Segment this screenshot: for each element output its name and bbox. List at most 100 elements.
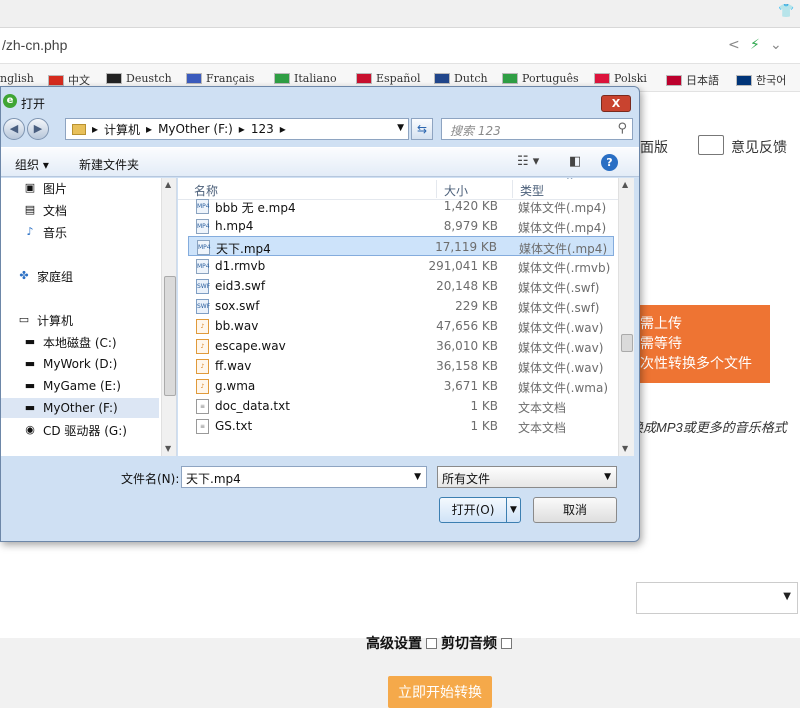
close-button[interactable]: X <box>601 95 631 112</box>
video-file-icon: MP4 <box>196 219 210 234</box>
language-link[interactable]: Français <box>186 72 254 85</box>
scroll-up-icon[interactable]: ▲ <box>622 180 628 189</box>
lightning-icon[interactable]: ⚡ <box>750 37 760 53</box>
tab-strip: 👕 <box>0 0 800 28</box>
language-link[interactable]: nglish <box>0 72 34 85</box>
crumb-folder[interactable]: 123 <box>251 122 274 136</box>
refresh-button[interactable]: ⇆ <box>411 118 433 140</box>
nav-item-music[interactable]: ♪ 音乐 <box>23 222 67 242</box>
skin-icon[interactable]: 👕 <box>778 4 794 20</box>
search-icon: ⚲ <box>617 121 627 136</box>
flag-icon <box>356 73 372 84</box>
file-type: 媒体文件(.wma) <box>518 381 609 395</box>
chevron-down-icon[interactable]: ⌄ <box>770 37 782 53</box>
chevron-down-icon: ▼ <box>604 472 611 482</box>
nav-item-drive-e[interactable]: ▬ MyGame (E:) <box>23 376 121 396</box>
cd-drive-icon: ◉ <box>25 423 35 436</box>
language-link[interactable]: 日本語 <box>666 72 719 88</box>
language-link[interactable]: Dutch <box>434 72 488 85</box>
cut-audio-label: 剪切音频 <box>441 635 497 651</box>
file-row[interactable]: MP4 h.mp4 8,979 KB 媒体文件(.mp4) <box>188 216 614 236</box>
share-icon[interactable]: < <box>728 37 740 53</box>
cut-audio-checkbox[interactable] <box>501 637 512 649</box>
panel-link[interactable]: 面版 <box>640 137 668 157</box>
chevron-down-icon[interactable]: ▼ <box>397 123 404 133</box>
language-link[interactable]: Deustch <box>106 72 172 85</box>
crumb-drive[interactable]: MyOther (F:) <box>158 122 233 136</box>
language-link[interactable]: 한국어 <box>736 72 786 88</box>
file-row[interactable]: SWF eid3.swf 20,148 KB 媒体文件(.swf) <box>188 276 614 296</box>
nav-item-documents[interactable]: ▤ 文档 <box>23 200 67 220</box>
audio-file-icon: ♪ <box>196 339 209 354</box>
language-link[interactable]: Español <box>356 72 421 85</box>
file-type: 文本文档 <box>518 421 567 435</box>
file-row[interactable]: ♪ g.wma 3,671 KB 媒体文件(.wma) <box>188 376 614 396</box>
chevron-down-icon[interactable]: ▼ <box>414 472 421 482</box>
nav-item-drive-f[interactable]: ▬ MyOther (F:) <box>1 398 159 418</box>
file-size: 17,119 KB <box>435 240 497 254</box>
file-row[interactable]: ♪ escape.wav 36,010 KB 媒体文件(.wav) <box>188 336 614 356</box>
nav-item-pictures[interactable]: ▣ 图片 <box>23 178 67 198</box>
file-row[interactable]: ≡ GS.txt 1 KB 文本文档 <box>188 416 614 436</box>
forward-button[interactable]: ▶ <box>27 118 49 140</box>
address-bar[interactable]: /zh-cn.php < ⚡ ⌄ <box>0 28 800 64</box>
open-button[interactable]: 打开(O) ▼ <box>439 497 521 523</box>
feedback-icon[interactable] <box>698 135 724 155</box>
nav-item-drive-d[interactable]: ▬ MyWork (D:) <box>23 354 118 374</box>
swf-file-icon: SWF <box>196 299 210 314</box>
help-icon[interactable]: ? <box>601 154 618 171</box>
start-convert-button[interactable]: 立即开始转换 <box>388 676 492 708</box>
scroll-thumb[interactable] <box>621 334 633 352</box>
scroll-down-icon[interactable]: ▼ <box>622 444 628 453</box>
file-name: sox.swf <box>215 299 260 313</box>
filename-label: 文件名(N): <box>121 472 180 486</box>
dialog-titlebar[interactable]: e 打开 X <box>1 87 639 117</box>
feature-banner: 需上传 需等待 次性转换多个文件 <box>628 305 770 383</box>
nav-scrollbar[interactable]: ▲ ▼ <box>161 178 176 456</box>
video-file-icon: MP4 <box>196 259 210 274</box>
scroll-down-icon[interactable]: ▼ <box>165 444 171 453</box>
new-folder-button[interactable]: 新建文件夹 <box>79 156 139 173</box>
url-text[interactable]: /zh-cn.php <box>2 37 67 53</box>
advanced-label: 高级设置 <box>366 635 422 651</box>
file-row[interactable]: ♪ ff.wav 36,158 KB 媒体文件(.wav) <box>188 356 614 376</box>
language-link[interactable]: Polski <box>594 72 647 85</box>
file-row[interactable]: ♪ bb.wav 47,656 KB 媒体文件(.wav) <box>188 316 614 336</box>
language-link[interactable]: Português <box>502 72 579 85</box>
view-options-icon[interactable]: ☷ ▾ <box>517 154 539 169</box>
open-split-arrow-icon[interactable]: ▼ <box>506 498 520 522</box>
scroll-thumb[interactable] <box>164 276 176 396</box>
file-name: g.wma <box>215 379 256 393</box>
nav-item-drive-g[interactable]: ◉ CD 驱动器 (G:) <box>23 420 127 440</box>
scroll-up-icon[interactable]: ▲ <box>165 180 171 189</box>
preview-pane-icon[interactable]: ◧ <box>569 154 581 169</box>
feedback-link[interactable]: 意见反馈 <box>731 137 787 157</box>
cancel-button[interactable]: 取消 <box>533 497 617 523</box>
swf-file-icon: SWF <box>196 279 210 294</box>
file-type: 媒体文件(.mp4) <box>518 201 607 215</box>
file-row[interactable]: SWF sox.swf 229 KB 媒体文件(.swf) <box>188 296 614 316</box>
crumb-computer[interactable]: 计算机 <box>104 121 140 138</box>
nav-item-drive-c[interactable]: ▬ 本地磁盘 (C:) <box>23 332 117 352</box>
file-size: 36,158 KB <box>436 359 498 373</box>
nav-item-homegroup[interactable]: ✤ 家庭组 <box>17 266 73 286</box>
txt-file-icon: ≡ <box>196 419 209 434</box>
advanced-checkbox[interactable] <box>426 637 437 649</box>
nav-item-computer[interactable]: ▭ 计算机 <box>17 310 73 330</box>
breadcrumb[interactable]: ▸ 计算机 ▸ MyOther (F:) ▸ 123 ▸ ▼ <box>65 118 409 140</box>
file-row[interactable]: MP4 d1.rmvb 291,041 KB 媒体文件(.rmvb) <box>188 256 614 276</box>
file-row[interactable]: MP4 bbb 无 e.mp4 1,420 KB 媒体文件(.mp4) <box>188 196 614 216</box>
filetype-select[interactable]: 所有文件 ▼ <box>437 466 617 488</box>
filename-field[interactable]: 天下.mp4 ▼ <box>181 466 427 488</box>
search-input[interactable]: 搜索 123 ⚲ <box>441 118 633 140</box>
search-placeholder: 搜索 123 <box>450 124 501 138</box>
back-button[interactable]: ◀ <box>3 118 25 140</box>
language-link[interactable]: Italiano <box>274 72 337 85</box>
file-scrollbar[interactable]: ▲ ▼ <box>618 178 634 456</box>
file-row[interactable]: MP4 天下.mp4 17,119 KB 媒体文件(.mp4) <box>188 236 614 256</box>
format-select[interactable]: ▼ <box>636 582 798 614</box>
dialog-footer: 文件名(N): 天下.mp4 ▼ 所有文件 ▼ 打开(O) ▼ 取消 <box>1 457 639 541</box>
organize-button[interactable]: 组织 ▾ <box>15 156 49 173</box>
file-row[interactable]: ≡ doc_data.txt 1 KB 文本文档 <box>188 396 614 416</box>
file-type: 媒体文件(.swf) <box>518 301 600 315</box>
